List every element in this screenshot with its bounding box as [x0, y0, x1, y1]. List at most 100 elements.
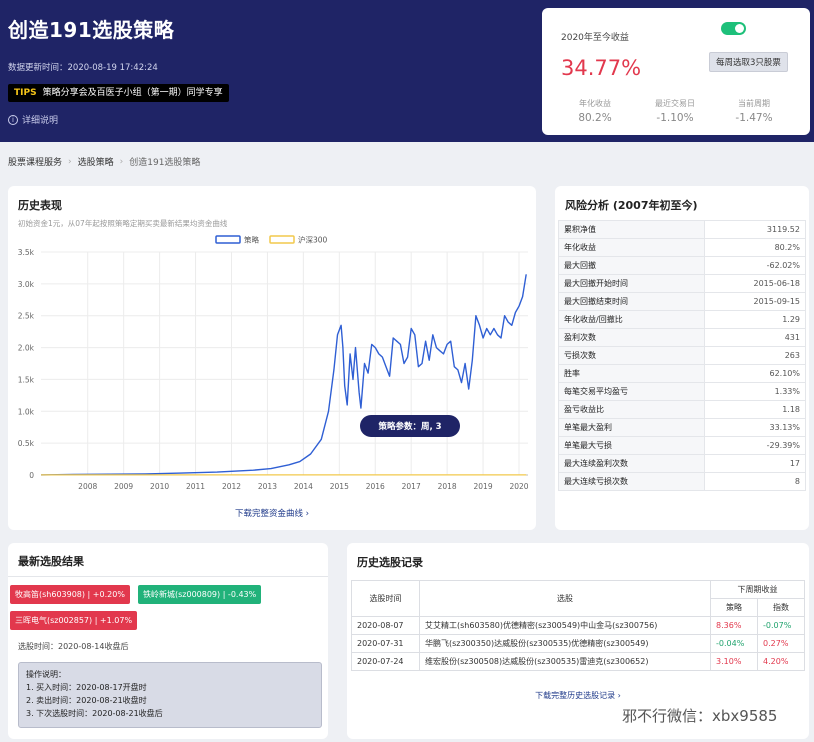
- risk-label: 每笔交易平均盈亏: [558, 382, 705, 401]
- legend-swatch: [215, 235, 241, 244]
- operation-notes: 操作说明： 1. 买入时间：2020-08-17开盘时 2. 卖出时间：2020…: [18, 662, 322, 728]
- toggle-switch[interactable]: [721, 22, 746, 35]
- risk-value: 1.33%: [704, 382, 806, 401]
- risk-card: 风险分析 (2007年初至今) 累积净值 3119.52 年化收益 80.2% 最大回撤…: [555, 186, 809, 530]
- risk-title: 风险分析 (2007年初至今): [565, 199, 698, 212]
- risk-table: 累积净值 3119.52 年化收益 80.2% 最大回撤 -62.02% 最大回撤开始时间 2…: [558, 220, 806, 491]
- stat-label: 当前周期: [738, 99, 770, 108]
- history-subtitle: 初始资金1元，从07年起按照策略定期买卖最新结果均资金曲线: [18, 219, 228, 228]
- stat-current-period: 当前周期 -1.47%: [719, 98, 789, 124]
- stat-value: -1.47%: [735, 112, 773, 124]
- divider: [8, 576, 328, 577]
- cell-stocks: 华鹏飞(sz300350)达威股份(sz300535)优德精密(sz300549…: [419, 634, 711, 653]
- ops-title: 操作说明：: [26, 670, 66, 679]
- download-records-label: 下载完整历史选股记录: [535, 691, 616, 700]
- table-row: 2020-08-07 艾艾精工(sh603580)优德精密(sz300549)中…: [351, 616, 805, 635]
- table-row: 2020-07-24 维宏股份(sz300508)达威股份(sz300535)雷…: [351, 652, 805, 671]
- x-tick-label: 2009: [114, 482, 133, 491]
- x-tick-label: 2016: [366, 482, 385, 491]
- detail-label: 详细说明: [22, 116, 59, 126]
- col-header-time: 选股时间: [351, 580, 420, 617]
- x-tick-label: 2008: [78, 482, 97, 491]
- risk-label: 年化收益: [558, 238, 705, 257]
- risk-row: 单笔最大盈利 33.13%: [558, 418, 806, 437]
- risk-value: 17: [704, 454, 806, 473]
- x-tick-label: 2011: [186, 482, 205, 491]
- col-header-stocks: 选股: [419, 580, 711, 617]
- tips-banner: TIPS 策略分享会及百医子小组（第一期）同学专享: [8, 84, 229, 102]
- x-tick-label: 2018: [438, 482, 457, 491]
- latest-picks-card: 最新选股结果 牧高笛(sh603908) | +0.20% 铁岭新城(sz000…: [8, 543, 328, 739]
- pick-tag[interactable]: 三晖电气(sz002857) | +1.07%: [10, 611, 138, 630]
- risk-label: 最大回撤: [558, 256, 705, 275]
- pick-tag[interactable]: 铁岭新城(sz000809) | -0.43%: [138, 585, 262, 604]
- risk-label: 最大连续盈利次数: [558, 454, 705, 473]
- ops-item: 2. 卖出时间：2020-08-21收盘时: [26, 696, 147, 705]
- risk-row: 最大回撤开始时间 2015-06-18: [558, 274, 806, 293]
- x-tick-label: 2012: [222, 482, 241, 491]
- risk-row: 最大回撤 -62.02%: [558, 256, 806, 275]
- risk-value: 2015-06-18: [704, 274, 806, 293]
- detail-link[interactable]: i 详细说明: [8, 113, 58, 126]
- risk-value: 1.29: [704, 310, 806, 329]
- risk-value: 8: [704, 472, 806, 491]
- risk-label: 最大连续亏损次数: [558, 472, 705, 491]
- chevron-right-icon: ›: [305, 509, 310, 519]
- ops-item: 1. 买入时间：2020-08-17开盘时: [26, 683, 147, 692]
- download-curve-label: 下载完整资金曲线: [234, 509, 303, 519]
- download-records-link[interactable]: 下载完整历史选股记录 ›: [347, 690, 809, 701]
- x-tick-label: 2010: [150, 482, 169, 491]
- cell-stocks: 维宏股份(sz300508)达威股份(sz300535)雷迪克(sz300652…: [419, 652, 711, 671]
- x-tick-label: 2020: [509, 482, 528, 491]
- history-title: 历史表现: [18, 199, 62, 212]
- risk-value: 33.13%: [704, 418, 806, 437]
- return-label: 2020年至今收益: [561, 33, 629, 43]
- risk-value: 263: [704, 346, 806, 365]
- risk-value: 2015-09-15: [704, 292, 806, 311]
- col-header-group: 下周期收益: [710, 580, 805, 599]
- risk-label: 年化收益/回撤比: [558, 310, 705, 329]
- breadcrumb-item[interactable]: 选股策略: [78, 155, 114, 168]
- tips-tag: TIPS: [14, 88, 37, 98]
- cell-time: 2020-07-24: [351, 652, 420, 671]
- risk-row: 最大连续盈利次数 17: [558, 454, 806, 473]
- latest-title: 最新选股结果: [18, 555, 84, 568]
- pick-time: 选股时间：2020-08-14收盘后: [18, 642, 129, 651]
- history-card: 历史表现 初始资金1元，从07年起按照策略定期买卖最新结果均资金曲线 0 0.5k…: [8, 186, 536, 530]
- risk-value: -62.02%: [704, 256, 806, 275]
- download-curve-link[interactable]: 下载完整资金曲线 ›: [8, 507, 536, 519]
- x-tick-label: 2015: [330, 482, 349, 491]
- y-tick-label: 2.5k: [18, 312, 35, 321]
- tips-text: 策略分享会及百医子小组（第一期）同学专享: [42, 88, 223, 98]
- pick-tag[interactable]: 牧高笛(sh603908) | +0.20%: [10, 585, 130, 604]
- cell-index: 0.27%: [757, 634, 805, 653]
- risk-row: 胜率 62.10%: [558, 364, 806, 383]
- cell-index: -0.07%: [757, 616, 805, 635]
- risk-label: 单笔最大亏损: [558, 436, 705, 455]
- breadcrumb-item[interactable]: 股票课程服务: [8, 155, 62, 168]
- risk-value: -29.39%: [704, 436, 806, 455]
- risk-value: 80.2%: [704, 238, 806, 257]
- cell-time: 2020-08-07: [351, 616, 420, 635]
- risk-label: 单笔最大盈利: [558, 418, 705, 437]
- risk-label: 亏损次数: [558, 346, 705, 365]
- risk-label: 胜率: [558, 364, 705, 383]
- risk-row: 年化收益/回撤比 1.29: [558, 310, 806, 329]
- cell-time: 2020-07-31: [351, 634, 420, 653]
- update-time: 数据更新时间：2020-08-19 17:42:24: [8, 63, 158, 73]
- series-line-strategy: [40, 274, 527, 476]
- cell-index: 4.20%: [757, 652, 805, 671]
- risk-row: 每笔交易平均盈亏 1.33%: [558, 382, 806, 401]
- cell-stocks: 艾艾精工(sh603580)优德精密(sz300549)中山金马(sz30075…: [419, 616, 711, 635]
- risk-row: 年化收益 80.2%: [558, 238, 806, 257]
- stat-label: 年化收益: [579, 99, 611, 108]
- risk-row: 最大回撤结束时间 2015-09-15: [558, 292, 806, 311]
- x-tick-label: 2019: [474, 482, 493, 491]
- risk-row: 单笔最大亏损 -29.39%: [558, 436, 806, 455]
- risk-value: 431: [704, 328, 806, 347]
- page-title: 创造191选股策略: [8, 18, 175, 42]
- weekly-pick-button[interactable]: 每周选取3只股票: [709, 52, 788, 72]
- cell-strategy: 8.36%: [710, 616, 758, 635]
- table-row: 2020-07-31 华鹏飞(sz300350)达威股份(sz300535)优德…: [351, 634, 805, 653]
- equity-curve-chart: 0 0.5k 1.0k 1.5k 2.0k 2.5k 3.0k 3.5k 2008 2009 201…: [18, 235, 529, 492]
